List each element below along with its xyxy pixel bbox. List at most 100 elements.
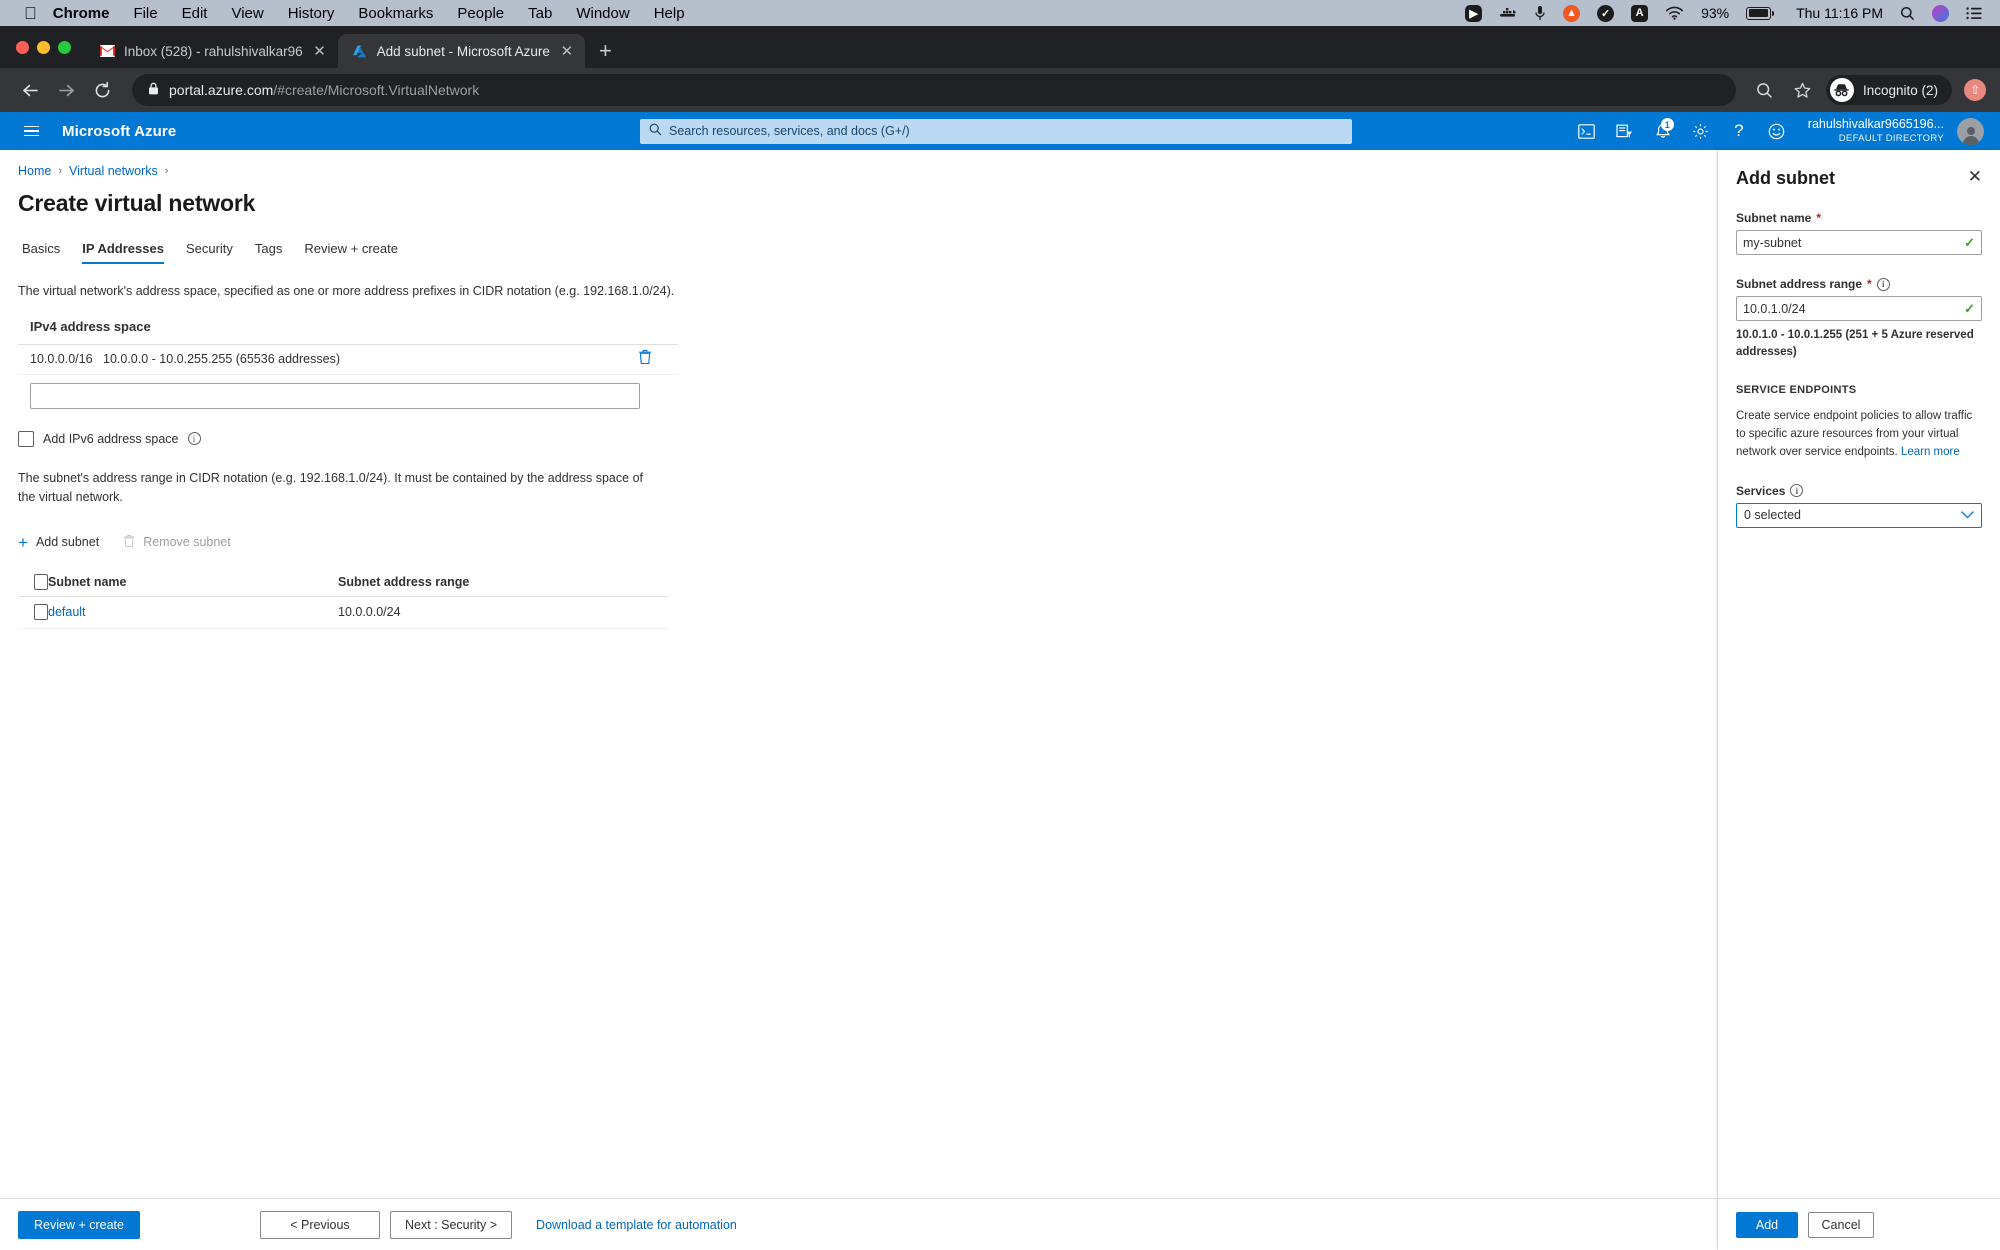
menu-hamburger-icon[interactable] [10, 126, 44, 137]
search-icon [649, 123, 662, 139]
new-address-space-input[interactable] [30, 383, 640, 409]
select-all-checkbox[interactable] [18, 574, 48, 590]
azure-brand[interactable]: Microsoft Azure [62, 123, 176, 140]
subnet-name-field[interactable]: my-subnet ✓ [1736, 230, 1982, 255]
add-subnet-button[interactable]: + Add subnet [18, 534, 99, 551]
minimize-window-button[interactable] [37, 41, 50, 54]
grammarly-icon[interactable]: A [1631, 5, 1648, 22]
info-icon[interactable]: i [188, 432, 201, 445]
previous-button[interactable]: < Previous [260, 1211, 380, 1239]
cloud-shell-icon[interactable] [1570, 114, 1604, 148]
menu-item-view[interactable]: View [231, 5, 263, 22]
subnet-name-link[interactable]: default [48, 605, 338, 619]
docker-icon[interactable] [1499, 6, 1517, 21]
breadcrumb-item-home[interactable]: Home [18, 164, 51, 178]
update-arrow-icon[interactable]: ⇧ [1964, 79, 1986, 101]
add-ipv6-checkbox[interactable] [18, 431, 34, 447]
subnet-name-label: Subnet name * [1736, 211, 1982, 225]
help-question-icon[interactable]: ? [1722, 114, 1756, 148]
siri-icon[interactable] [1932, 5, 1949, 22]
tab-tags[interactable]: Tags [244, 241, 293, 264]
subnet-address-range-field[interactable]: 10.0.1.0/24 ✓ [1736, 296, 1982, 321]
tab-ip-addresses[interactable]: IP Addresses [71, 241, 175, 264]
info-icon[interactable]: i [1790, 484, 1803, 497]
menu-item-help[interactable]: Help [654, 5, 685, 22]
brave-icon[interactable]: ▲ [1563, 5, 1580, 22]
profile-label: Incognito (2) [1863, 83, 1938, 98]
download-template-link[interactable]: Download a template for automation [536, 1218, 737, 1232]
menu-item-bookmarks[interactable]: Bookmarks [358, 5, 433, 22]
plus-icon: + [18, 534, 28, 551]
services-dropdown[interactable]: 0 selected [1736, 503, 1982, 528]
checkmark-icon[interactable]: ✓ [1597, 5, 1614, 22]
service-endpoints-title: SERVICE ENDPOINTS [1736, 384, 1982, 396]
add-ipv6-label: Add IPv6 address space [43, 432, 179, 446]
address-bar[interactable]: portal.azure.com/#create/Microsoft.Virtu… [132, 74, 1736, 106]
window-controls[interactable] [10, 26, 85, 68]
table-row[interactable]: default 10.0.0.0/24 [18, 597, 668, 629]
learn-more-link[interactable]: Learn more [1901, 446, 1960, 458]
forward-icon[interactable] [50, 74, 82, 106]
zoom-search-icon[interactable] [1750, 75, 1780, 105]
menu-item-file[interactable]: File [133, 5, 157, 22]
menu-item-edit[interactable]: Edit [182, 5, 208, 22]
directories-filter-icon[interactable] [1608, 114, 1642, 148]
chevron-right-icon: › [58, 165, 62, 177]
address-prefix: 10.0.0.0/16 [18, 352, 103, 366]
avatar[interactable] [1957, 118, 1984, 145]
maximize-window-button[interactable] [58, 41, 71, 54]
feedback-smiley-icon[interactable] [1760, 114, 1794, 148]
wifi-icon[interactable] [1665, 6, 1684, 20]
add-button[interactable]: Add [1736, 1212, 1798, 1238]
remove-subnet-button[interactable]: Remove subnet [123, 534, 231, 551]
subnet-range-hint: 10.0.1.0 - 10.0.1.255 (251 + 5 Azure res… [1736, 327, 1982, 360]
close-icon[interactable]: ✕ [559, 44, 575, 59]
address-space-description: The virtual network's address space, spe… [18, 282, 1699, 301]
menu-item-chrome[interactable]: Chrome [53, 5, 110, 22]
settings-gear-icon[interactable] [1684, 114, 1718, 148]
column-header-subnet-address-range: Subnet address range [338, 575, 668, 589]
new-tab-button[interactable]: + [599, 40, 612, 62]
panel-body: Subnet name * my-subnet ✓ Subnet address… [1718, 211, 2000, 528]
info-icon[interactable]: i [1877, 278, 1890, 291]
tab-basics[interactable]: Basics [18, 241, 71, 264]
breadcrumb-item-virtual-networks[interactable]: Virtual networks [69, 164, 158, 178]
video-camera-icon[interactable]: ▶ [1465, 5, 1482, 22]
url-path: /#create/Microsoft.VirtualNetwork [273, 82, 479, 98]
apple-icon[interactable]:  [24, 5, 37, 22]
tab-security[interactable]: Security [175, 241, 244, 264]
close-icon[interactable]: ✕ [1968, 168, 1982, 185]
menu-item-history[interactable]: History [288, 5, 335, 22]
account-info[interactable]: rahulshivalkar9665196... DEFAULT DIRECTO… [1808, 117, 1944, 145]
close-window-button[interactable] [16, 41, 29, 54]
profile-incognito-button[interactable]: Incognito (2) [1826, 75, 1952, 105]
notifications-bell-icon[interactable]: 1 [1646, 114, 1680, 148]
clock[interactable]: Thu 11:16 PM [1796, 5, 1883, 21]
menu-item-window[interactable]: Window [576, 5, 629, 22]
browser-tab-inbox[interactable]: Inbox (528) - rahulshivalkar96 ✕ [85, 34, 338, 68]
browser-tab-bar: Inbox (528) - rahulshivalkar96 ✕ Add sub… [0, 26, 2000, 68]
subnet-address-range-label-text: Subnet address range [1736, 277, 1862, 291]
control-center-icon[interactable] [1966, 7, 1982, 20]
trash-icon[interactable] [638, 349, 678, 369]
spotlight-search-icon[interactable] [1900, 6, 1915, 21]
lock-icon [148, 82, 159, 98]
close-icon[interactable]: ✕ [312, 44, 328, 59]
microphone-icon[interactable] [1534, 5, 1546, 22]
reload-icon[interactable] [86, 74, 118, 106]
azure-search-box[interactable]: Search resources, services, and docs (G+… [640, 119, 1352, 144]
browser-tab-azure[interactable]: Add subnet - Microsoft Azure ✕ [338, 34, 585, 68]
menu-item-tab[interactable]: Tab [528, 5, 552, 22]
cancel-button[interactable]: Cancel [1808, 1212, 1874, 1238]
review-create-button[interactable]: Review + create [18, 1211, 140, 1239]
panel-title: Add subnet [1736, 168, 1835, 189]
add-ipv6-checkbox-row[interactable]: Add IPv6 address space i [18, 431, 1699, 447]
back-icon[interactable] [14, 74, 46, 106]
bookmark-star-icon[interactable] [1788, 75, 1818, 105]
checkmark-icon: ✓ [1964, 301, 1975, 317]
browser-tab-title: Add subnet - Microsoft Azure [377, 44, 550, 59]
next-security-button[interactable]: Next : Security > [390, 1211, 512, 1239]
menu-item-people[interactable]: People [457, 5, 504, 22]
tab-review-create[interactable]: Review + create [293, 241, 409, 264]
row-checkbox[interactable] [18, 604, 48, 620]
